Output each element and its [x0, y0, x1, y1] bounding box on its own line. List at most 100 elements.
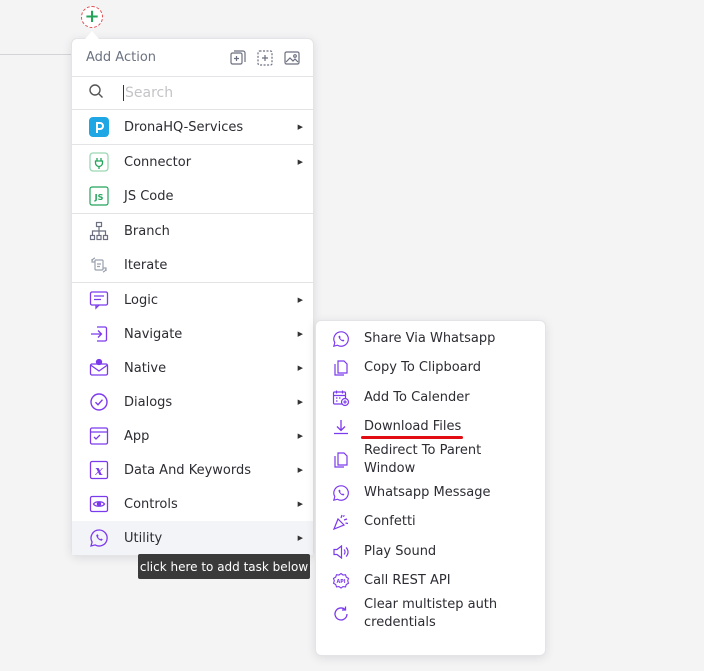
whatsapp-icon [332, 484, 350, 502]
svg-text:JS: JS [94, 193, 104, 202]
section-actions: Logic ▶ Navigate ▶ Native ▶ Dialogs ▶ Ap… [72, 283, 313, 555]
whatsapp-icon [332, 330, 350, 348]
chevron-right-icon: ▶ [297, 534, 303, 542]
search-input[interactable] [124, 85, 295, 101]
calendar-add-icon [332, 389, 350, 407]
plus-icon: + [84, 6, 100, 27]
menu-item-logic[interactable]: Logic ▶ [72, 283, 313, 317]
menu-item-label: Data And Keywords [124, 462, 251, 478]
menu-item-js-code[interactable]: JS JS Code [72, 179, 313, 213]
menu-item-label: App [124, 428, 150, 444]
submenu-item-label: Share Via Whatsapp [364, 330, 496, 346]
chevron-right-icon: ▶ [297, 296, 303, 304]
menu-item-navigate[interactable]: Navigate ▶ [72, 317, 313, 351]
utility-icon [89, 528, 109, 548]
image-block-icon[interactable] [283, 49, 301, 67]
speaker-icon [332, 543, 350, 561]
submenu-item-copy-to-clipboard[interactable]: Copy To Clipboard [316, 354, 545, 384]
menu-item-app[interactable]: App ▶ [72, 419, 313, 453]
menu-item-label: Iterate [124, 257, 168, 273]
iterate-icon [89, 255, 109, 275]
add-block-icon[interactable] [229, 49, 247, 67]
menu-item-label: Branch [124, 223, 170, 239]
js-icon: JS [89, 186, 109, 206]
section-flow: Branch Iterate [72, 214, 313, 283]
panel-pointer [85, 31, 99, 39]
chevron-right-icon: ▶ [297, 123, 303, 131]
submenu-item-label: Confetti [364, 514, 416, 530]
submenu-item-label: Whatsapp Message [364, 484, 491, 500]
chevron-right-icon: ▶ [297, 364, 303, 372]
submenu-item-clear-multistep-auth-credentials[interactable]: Clear multistep auth credentials [316, 596, 545, 632]
app-icon [89, 426, 109, 446]
menu-item-utility[interactable]: Utility ▶ [72, 521, 313, 555]
menu-item-label: DronaHQ-Services [124, 119, 244, 135]
navigate-icon [89, 324, 109, 344]
menu-item-label: Utility [124, 530, 163, 546]
submenu-item-label: Play Sound [364, 543, 437, 559]
select-block-icon[interactable] [256, 49, 274, 67]
chevron-right-icon: ▶ [297, 500, 303, 508]
add-step-button[interactable]: + [81, 6, 103, 28]
branch-icon [89, 221, 109, 241]
submenu-item-play-sound[interactable]: Play Sound [316, 537, 545, 567]
menu-item-dialogs[interactable]: Dialogs ▶ [72, 385, 313, 419]
chevron-right-icon: ▶ [297, 466, 303, 474]
panel-header: Add Action [72, 39, 313, 77]
canvas-connector-line [0, 54, 76, 55]
menu-item-label: Controls [124, 496, 178, 512]
submenu-item-label: Redirect To Parent Window [364, 443, 482, 476]
menu-item-branch[interactable]: Branch [72, 214, 313, 248]
search-bar[interactable] [72, 77, 313, 110]
native-icon [89, 358, 109, 378]
submenu-item-label: Copy To Clipboard [364, 360, 482, 376]
menu-item-controls[interactable]: Controls ▶ [72, 487, 313, 521]
logic-icon [89, 290, 109, 310]
submenu-item-label: Download Files [364, 419, 462, 435]
copy-icon [332, 359, 350, 377]
chevron-right-icon: ▶ [297, 330, 303, 338]
add-action-panel: Add Action DronaHQ-Services ▶ [71, 38, 314, 556]
redirect-icon [332, 451, 350, 469]
menu-item-dronahq-services[interactable]: DronaHQ-Services ▶ [72, 110, 313, 144]
highlight-underline [361, 436, 463, 439]
section-services: DronaHQ-Services ▶ [72, 110, 313, 145]
submenu-item-confetti[interactable]: Confetti [316, 508, 545, 538]
menu-item-label: Connector [124, 154, 192, 170]
submenu-item-label: Clear multistep auth credentials [364, 597, 498, 630]
menu-item-label: Logic [124, 292, 158, 308]
chevron-right-icon: ▶ [297, 398, 303, 406]
search-icon [88, 83, 104, 103]
download-icon [332, 418, 350, 436]
menu-item-data-and-keywords[interactable]: x Data And Keywords ▶ [72, 453, 313, 487]
submenu-item-share-via-whatsapp[interactable]: Share Via Whatsapp [316, 324, 545, 354]
submenu-item-add-to-calender[interactable]: Add To Calender [316, 383, 545, 413]
chevron-right-icon: ▶ [297, 158, 303, 166]
data-keywords-icon: x [89, 460, 109, 480]
panel-title: Add Action [86, 50, 157, 65]
refresh-icon [332, 605, 350, 623]
menu-item-label: Native [124, 360, 167, 376]
controls-icon [89, 494, 109, 514]
menu-item-label: Navigate [124, 326, 183, 342]
submenu-item-redirect-to-parent-window[interactable]: Redirect To Parent Window [316, 442, 545, 478]
connector-plug-icon [89, 152, 109, 172]
tooltip: click here to add task below [138, 554, 310, 579]
menu-item-label: Dialogs [124, 394, 173, 410]
menu-item-label: JS Code [124, 188, 174, 204]
menu-item-connector[interactable]: Connector ▶ [72, 145, 313, 179]
menu-item-native[interactable]: Native ▶ [72, 351, 313, 385]
submenu-item-label: Call REST API [364, 573, 451, 589]
utility-submenu: Share Via Whatsapp Copy To Clipboard Add… [315, 320, 546, 656]
submenu-item-label: Add To Calender [364, 389, 470, 405]
submenu-item-whatsapp-message[interactable]: Whatsapp Message [316, 478, 545, 508]
submenu-item-call-rest-api[interactable]: API Call REST API [316, 567, 545, 597]
section-code: Connector ▶ JS JS Code [72, 145, 313, 214]
svg-text:x: x [94, 464, 103, 479]
menu-item-iterate[interactable]: Iterate [72, 248, 313, 282]
confetti-icon [332, 513, 350, 531]
dialogs-icon [89, 392, 109, 412]
chevron-right-icon: ▶ [297, 432, 303, 440]
dronahq-logo-icon [89, 117, 109, 137]
svg-text:API: API [336, 579, 345, 585]
